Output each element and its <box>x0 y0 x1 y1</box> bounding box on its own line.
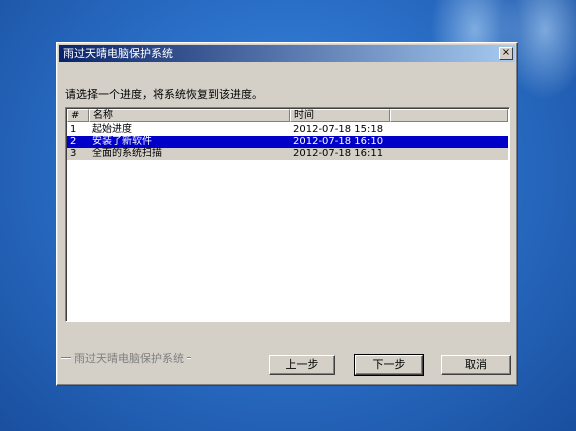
previous-button[interactable]: 上一步 <box>269 355 335 375</box>
column-header-time[interactable]: 时间 <box>290 109 390 122</box>
column-header-name[interactable]: 名称 <box>89 109 290 122</box>
title-bar: 雨过天晴电脑保护系统 × <box>59 45 515 62</box>
row-number: 2 <box>70 136 77 147</box>
close-icon: × <box>501 47 511 58</box>
close-button[interactable]: × <box>499 47 513 60</box>
row-name: 安装了新软件 <box>92 136 152 147</box>
list-row[interactable]: 1 起始进度 2012-07-18 15:18 <box>67 124 508 136</box>
row-number: 3 <box>70 148 77 159</box>
row-name: 起始进度 <box>92 124 132 135</box>
window-title: 雨过天晴电脑保护系统 <box>63 47 173 60</box>
list-row[interactable]: 3 全面的系统扫描 2012-07-18 16:11 <box>67 148 508 160</box>
instruction-text: 请选择一个进度，将系统恢复到该进度。 <box>65 88 263 101</box>
list-row-selected[interactable]: 2 安装了新软件 2012-07-18 16:10 <box>67 136 508 148</box>
column-header-empty[interactable] <box>390 109 508 122</box>
footer-brand: 雨过天晴电脑保护系统 <box>71 350 187 366</box>
progress-list[interactable]: # 名称 时间 1 起始进度 2012-07-18 15:18 2 安装了新软件… <box>65 107 510 322</box>
next-button[interactable]: 下一步 <box>354 354 424 376</box>
restore-dialog: 雨过天晴电脑保护系统 × 请选择一个进度，将系统恢复到该进度。 # 名称 时间 … <box>56 42 518 386</box>
list-header: # 名称 时间 <box>67 109 508 122</box>
row-number: 1 <box>70 124 77 135</box>
row-time: 2012-07-18 15:18 <box>293 124 384 135</box>
column-header-number[interactable]: # <box>67 109 89 122</box>
cancel-button[interactable]: 取消 <box>441 355 511 375</box>
row-name: 全面的系统扫描 <box>92 148 162 159</box>
row-time: 2012-07-18 16:10 <box>293 136 384 147</box>
row-time: 2012-07-18 16:11 <box>293 148 384 159</box>
